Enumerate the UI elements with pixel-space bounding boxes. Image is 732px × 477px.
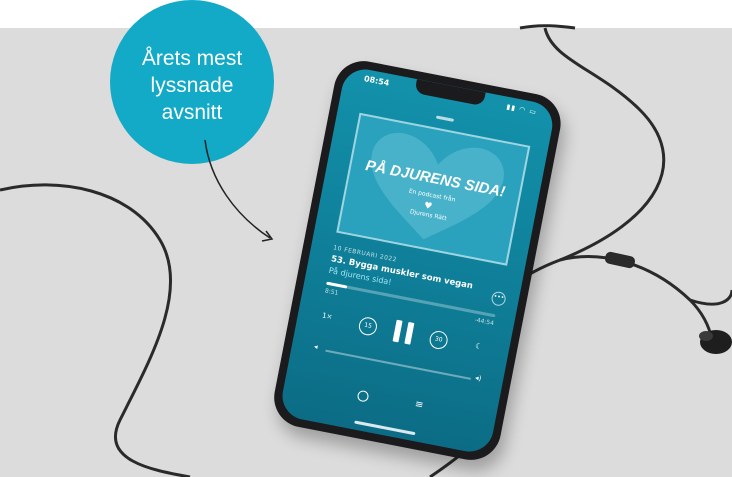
volume-low-icon: ◂ xyxy=(313,342,319,351)
sheet-grabber[interactable] xyxy=(435,115,455,122)
airplay-icon[interactable] xyxy=(356,389,370,403)
photo-scene: Årets mest lyssnade avsnitt 08:54 ▮▮ ◠ ▭… xyxy=(0,0,732,477)
remaining-time: -44:54 xyxy=(473,316,495,328)
phone-notch xyxy=(414,79,486,107)
pause-icon xyxy=(404,321,415,345)
home-indicator xyxy=(354,420,416,436)
pause-button[interactable] xyxy=(392,319,417,345)
podcast-artwork: PÅ DJURENS SIDA! En podcast från ♥ Djure… xyxy=(336,112,531,266)
playback-speed-button[interactable]: 1× xyxy=(321,311,333,321)
skip-back-button[interactable]: 15 xyxy=(357,315,379,337)
volume-high-icon: ◂) xyxy=(474,373,482,383)
queue-list-icon[interactable]: ≡ xyxy=(414,399,424,411)
more-options-icon[interactable]: ••• xyxy=(490,290,507,307)
volume-slider[interactable] xyxy=(325,349,471,380)
elapsed-time: 8:51 xyxy=(324,287,339,297)
sleep-timer-icon[interactable]: ☾ xyxy=(474,341,483,351)
signal-wifi-battery-icon: ▮▮ ◠ ▭ xyxy=(505,102,538,117)
status-time: 08:54 xyxy=(363,74,391,88)
skip-forward-button[interactable]: 30 xyxy=(428,329,450,351)
pause-icon xyxy=(392,319,403,343)
